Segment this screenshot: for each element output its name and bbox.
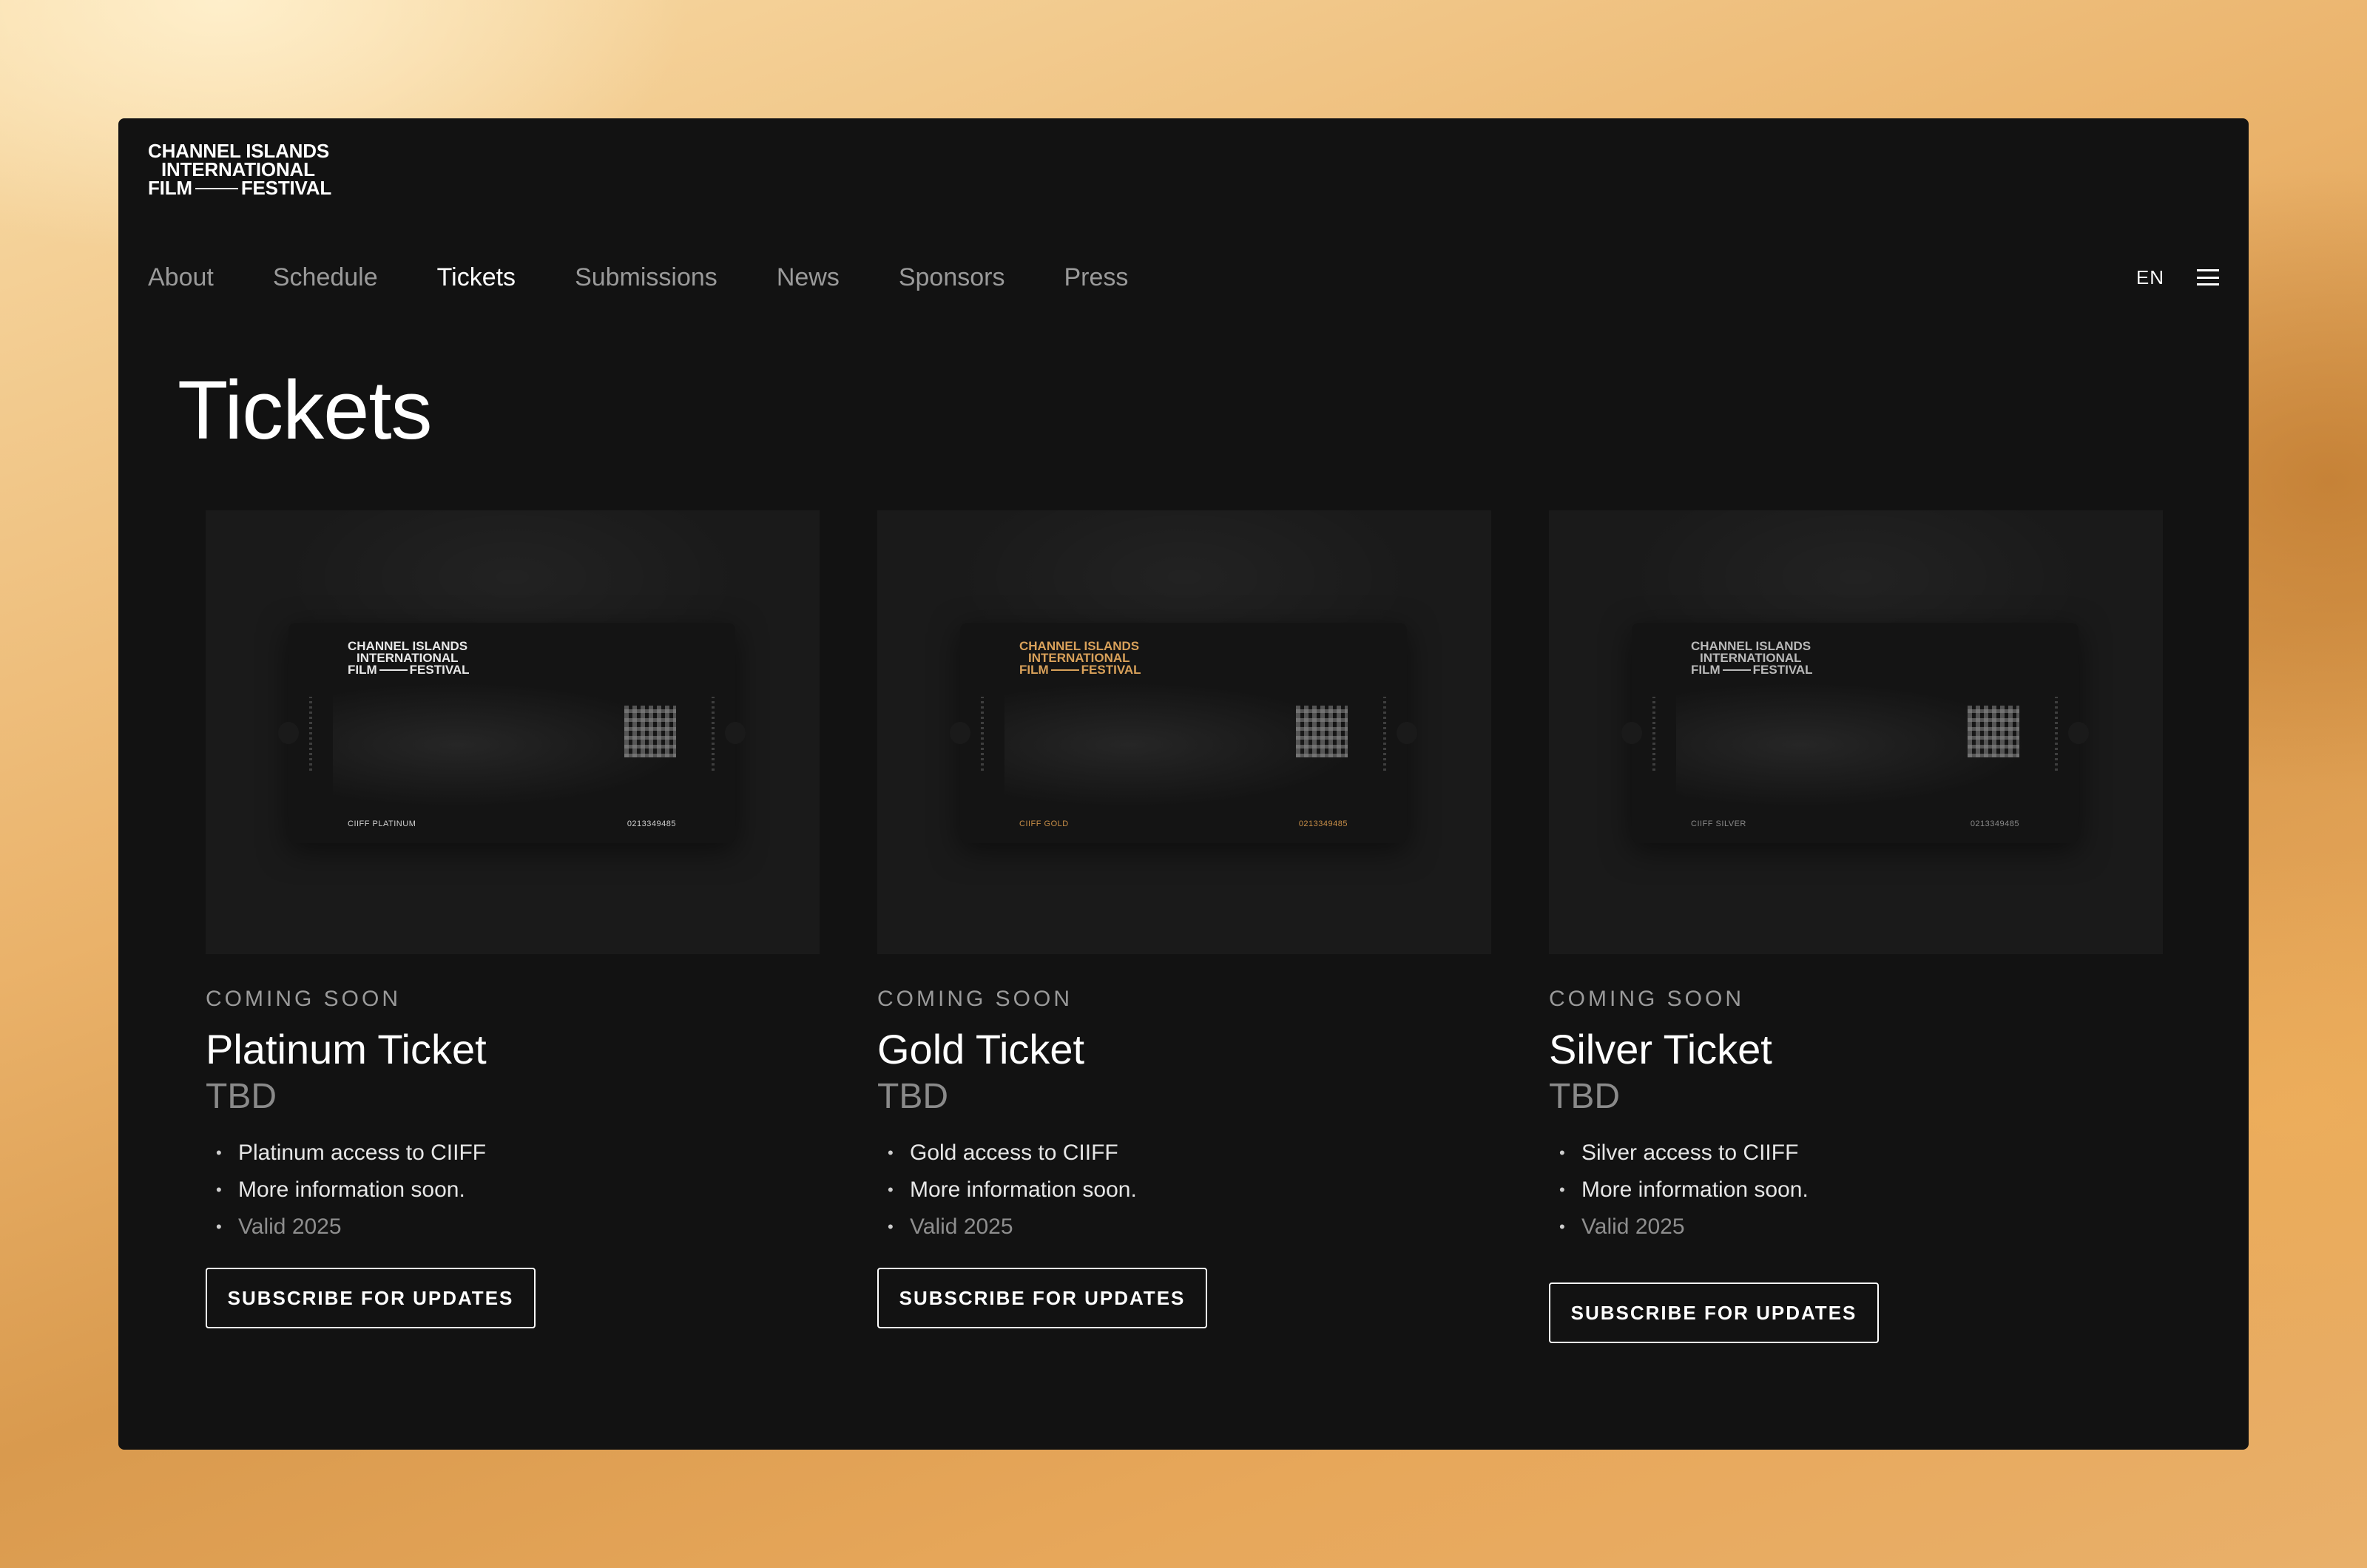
ticket-side-text [981,697,984,771]
ticket-serial: 0213349485 [627,820,676,828]
ticket-tier-label: CIIFF SILVER [1691,820,1746,828]
page-title: Tickets [178,364,433,456]
hamburger-bar [2197,276,2219,279]
ticket-logo: CHANNEL ISLANDS INTERNATIONAL FILM FESTI… [348,640,470,677]
ticket-price: TBD [206,1077,277,1116]
ticket-graphic: CHANNEL ISLANDS INTERNATIONAL FILM FESTI… [1621,623,2089,843]
ticket-logo-festival: FESTIVAL [409,663,470,677]
ticket-logo-line-3: FILM FESTIVAL [348,663,470,677]
ticket-logo-festival: FESTIVAL [1081,663,1141,677]
language-selector[interactable]: EN [2136,266,2164,289]
nav-item-tickets[interactable]: Tickets [437,263,516,292]
logo-rule [195,187,238,189]
subscribe-button[interactable]: SUBSCRIBE FOR UPDATES [877,1268,1207,1328]
subscribe-button[interactable]: SUBSCRIBE FOR UPDATES [206,1268,536,1328]
nav-utilities: EN [2136,251,2219,303]
qr-code-icon [1968,706,2019,757]
ticket-features: Platinum access to CIIFF More informatio… [206,1135,820,1246]
ticket-image: CHANNEL ISLANDS INTERNATIONAL FILM FESTI… [1549,510,2163,954]
ticket-side-text [712,697,715,771]
feature-item: Silver access to CIIFF [1549,1135,2163,1172]
main-nav: About Schedule Tickets Submissions News … [148,251,1187,303]
hamburger-bar [2197,283,2219,285]
ticket-logo-line-3: FILM FESTIVAL [1691,663,1813,677]
feature-item: Platinum access to CIIFF [206,1135,820,1172]
ticket-serial: 0213349485 [1970,820,2019,828]
feature-item: More information soon. [206,1172,820,1209]
ticket-graphic: CHANNEL ISLANDS INTERNATIONAL FILM FESTI… [950,623,1417,843]
feature-item: Valid 2025 [206,1209,820,1246]
ticket-logo-film: FILM [1691,663,1721,677]
ticket-card-platinum: CHANNEL ISLANDS INTERNATIONAL FILM FESTI… [206,510,820,1328]
ticket-image: CHANNEL ISLANDS INTERNATIONAL FILM FESTI… [877,510,1491,954]
ticket-logo-rule [1722,669,1751,671]
ticket-logo-rule [379,669,408,671]
nav-item-sponsors[interactable]: Sponsors [899,263,1005,292]
logo-film: FILM [148,177,192,199]
ticket-features: Silver access to CIIFF More information … [1549,1135,2163,1246]
ticket-price: TBD [877,1077,948,1116]
ticket-features: Gold access to CIIFF More information so… [877,1135,1491,1246]
feature-item: Valid 2025 [877,1209,1491,1246]
ticket-logo-rule [1050,669,1079,671]
ticket-status: COMING SOON [1549,987,1745,1011]
ticket-status: COMING SOON [877,987,1073,1011]
ticket-logo: CHANNEL ISLANDS INTERNATIONAL FILM FESTI… [1019,640,1141,677]
ticket-name: Platinum Ticket [206,1026,487,1072]
ticket-logo-film: FILM [348,663,377,677]
logo-festival: FESTIVAL [240,177,332,199]
festival-logo[interactable]: CHANNEL ISLANDS INTERNATIONAL FILM FESTI… [148,141,348,199]
feature-item: Gold access to CIIFF [877,1135,1491,1172]
feature-item: Valid 2025 [1549,1209,2163,1246]
nav-item-schedule[interactable]: Schedule [273,263,378,292]
subscribe-button[interactable]: SUBSCRIBE FOR UPDATES [1549,1283,1879,1343]
ticket-name: Gold Ticket [877,1026,1085,1072]
ticket-name: Silver Ticket [1549,1026,1772,1072]
ticket-card-silver: CHANNEL ISLANDS INTERNATIONAL FILM FESTI… [1549,510,2163,1343]
logo-line-3: FILM FESTIVAL [148,177,348,199]
ticket-side-text [1652,697,1655,771]
app-window: CHANNEL ISLANDS INTERNATIONAL FILM FESTI… [118,118,2249,1450]
nav-item-submissions[interactable]: Submissions [575,263,717,292]
nav-item-about[interactable]: About [148,263,214,292]
ticket-status: COMING SOON [206,987,402,1011]
ticket-price: TBD [1549,1077,1620,1116]
ticket-tier-label: CIIFF GOLD [1019,820,1069,828]
qr-code-icon [1296,706,1348,757]
ticket-tier-label: CIIFF PLATINUM [348,820,416,828]
ticket-image: CHANNEL ISLANDS INTERNATIONAL FILM FESTI… [206,510,820,954]
ticket-side-text [309,697,312,771]
ticket-logo: CHANNEL ISLANDS INTERNATIONAL FILM FESTI… [1691,640,1813,677]
ticket-logo-festival: FESTIVAL [1752,663,1813,677]
ticket-side-text [2055,697,2058,771]
ticket-serial: 0213349485 [1298,820,1348,828]
nav-item-news[interactable]: News [777,263,840,292]
hamburger-menu-icon[interactable] [2197,269,2219,285]
ticket-card-gold: CHANNEL ISLANDS INTERNATIONAL FILM FESTI… [877,510,1491,1328]
ticket-graphic: CHANNEL ISLANDS INTERNATIONAL FILM FESTI… [278,623,746,843]
feature-item: More information soon. [1549,1172,2163,1209]
hamburger-bar [2197,269,2219,271]
nav-item-press[interactable]: Press [1064,263,1128,292]
ticket-side-text [1383,697,1386,771]
ticket-logo-line-3: FILM FESTIVAL [1019,663,1141,677]
ticket-logo-film: FILM [1019,663,1049,677]
qr-code-icon [624,706,676,757]
feature-item: More information soon. [877,1172,1491,1209]
